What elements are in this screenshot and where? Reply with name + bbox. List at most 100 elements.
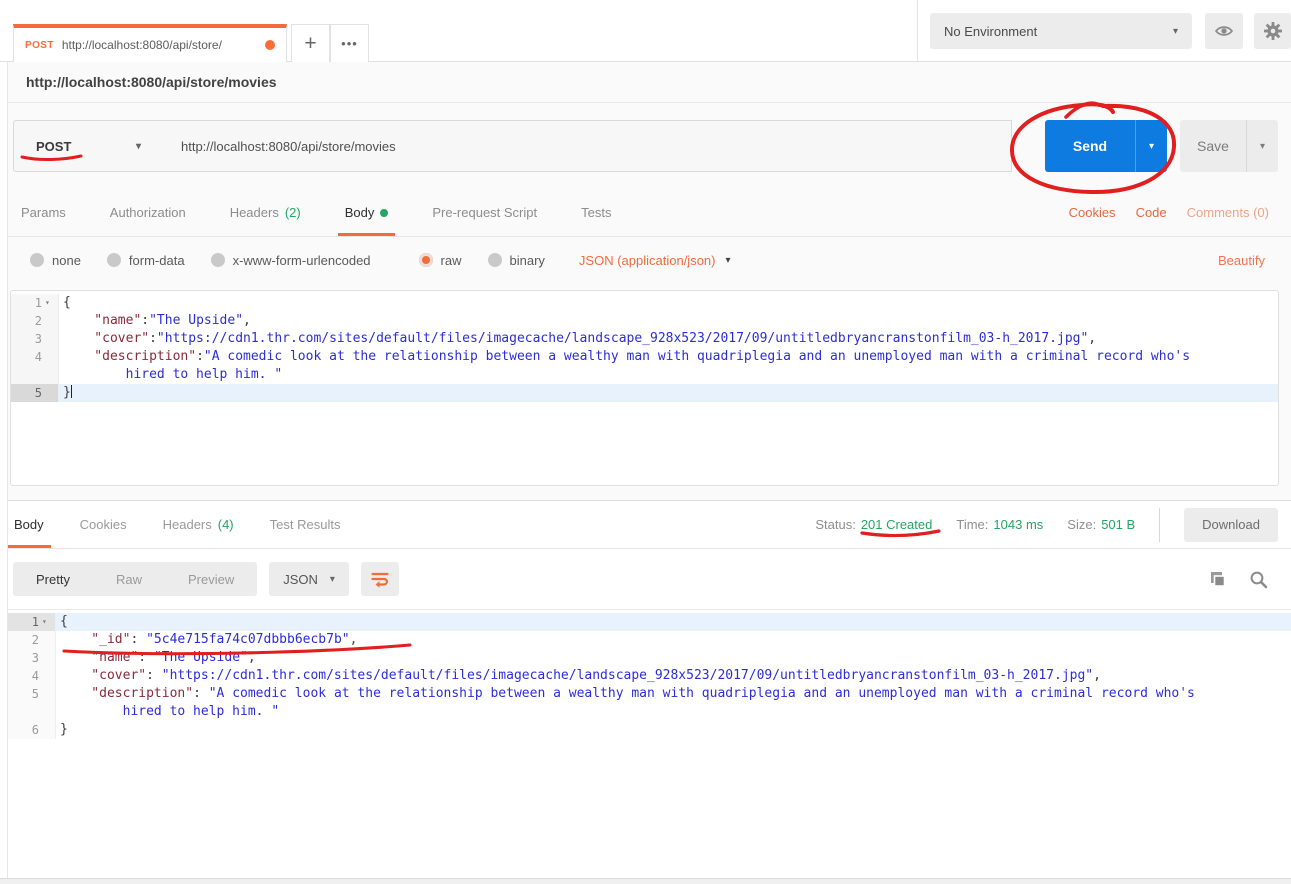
code-line: 6 } bbox=[8, 721, 1291, 739]
request-tab[interactable]: POST http://localhost:8080/api/store/ bbox=[13, 24, 287, 62]
fold-caret-icon[interactable]: ▾ bbox=[42, 613, 51, 631]
chevron-down-icon: ▾ bbox=[1149, 141, 1154, 152]
response-tab-body[interactable]: Body bbox=[13, 501, 45, 548]
time-value: 1043 ms bbox=[993, 517, 1043, 532]
tab-method-badge: POST bbox=[25, 40, 54, 51]
cookies-link[interactable]: Cookies bbox=[1069, 205, 1116, 220]
chevron-down-icon: ▾ bbox=[1173, 26, 1178, 37]
text-cursor bbox=[71, 385, 72, 398]
code-line: 3 "cover":"https://cdn1.thr.com/sites/de… bbox=[11, 330, 1278, 348]
response-section: Body Cookies Headers (4) Test Results St… bbox=[0, 500, 1291, 884]
request-tabs-bar: Params Authorization Headers (2) Body Pr… bbox=[0, 189, 1291, 237]
left-gutter-strip bbox=[0, 62, 8, 884]
ellipsis-icon: ••• bbox=[341, 36, 358, 51]
save-button[interactable]: Save bbox=[1180, 120, 1246, 172]
response-format-selector[interactable]: JSON ▾ bbox=[269, 562, 349, 596]
code-line: 2 "name":"The Upside", bbox=[11, 312, 1278, 330]
request-title-row: http://localhost:8080/api/store/movies bbox=[0, 62, 1291, 103]
view-mode-segmented-control: Pretty Raw Preview bbox=[13, 562, 257, 596]
chevron-down-icon: ▾ bbox=[1260, 141, 1265, 152]
url-value: http://localhost:8080/api/store/movies bbox=[181, 139, 396, 154]
response-view-toolbar: Pretty Raw Preview JSON ▾ bbox=[13, 549, 1278, 609]
url-input[interactable]: http://localhost:8080/api/store/movies bbox=[159, 120, 1012, 172]
response-tools bbox=[1208, 570, 1278, 589]
response-meta: Status: 201 Created Time: 1043 ms Size: … bbox=[815, 501, 1291, 548]
view-raw-button[interactable]: Raw bbox=[93, 572, 165, 587]
tab-headers[interactable]: Headers (2) bbox=[229, 189, 302, 236]
radio-selected-icon bbox=[419, 253, 433, 267]
content-type-selector[interactable]: JSON (application/json) ▾ bbox=[579, 253, 731, 268]
response-tabs-bar: Body Cookies Headers (4) Test Results St… bbox=[0, 501, 1291, 549]
new-tab-button[interactable]: + bbox=[291, 24, 330, 62]
unsaved-indicator-dot-icon bbox=[265, 40, 275, 50]
copy-icon[interactable] bbox=[1208, 570, 1227, 589]
radio-icon bbox=[30, 253, 44, 267]
gear-icon bbox=[1263, 21, 1283, 41]
status-value: 201 Created bbox=[861, 517, 933, 532]
method-selected-label: POST bbox=[36, 139, 71, 154]
fold-caret-icon[interactable]: ▾ bbox=[45, 294, 54, 312]
meta-divider bbox=[1159, 508, 1160, 542]
code-line: 3 "name": "The Upside", bbox=[8, 649, 1291, 667]
send-button[interactable]: Send bbox=[1045, 120, 1135, 172]
settings-button[interactable] bbox=[1254, 13, 1291, 49]
chevron-down-icon: ▾ bbox=[136, 141, 141, 152]
code-line: 5 "description": "A comedic look at the … bbox=[8, 685, 1291, 703]
mode-binary[interactable]: binary bbox=[488, 253, 545, 268]
request-links: Cookies Code Comments (0) bbox=[1069, 189, 1291, 236]
more-tabs-button[interactable]: ••• bbox=[330, 24, 369, 62]
view-preview-button[interactable]: Preview bbox=[165, 572, 257, 587]
time-badge: Time: 1043 ms bbox=[956, 517, 1043, 532]
code-line-wrap: hired to help him. " bbox=[8, 703, 1291, 721]
tab-authorization[interactable]: Authorization bbox=[109, 189, 187, 236]
code-link[interactable]: Code bbox=[1136, 205, 1167, 220]
tab-title: http://localhost:8080/api/store/ bbox=[62, 38, 257, 52]
headers-count-badge: (2) bbox=[285, 205, 301, 220]
radio-icon bbox=[211, 253, 225, 267]
code-line: 4 "cover": "https://cdn1.thr.com/sites/d… bbox=[8, 667, 1291, 685]
request-body-editor[interactable]: 1▾ { 2 "name":"The Upside", 3 "cover":"h… bbox=[10, 290, 1279, 486]
chevron-down-icon: ▾ bbox=[330, 574, 335, 585]
send-options-button[interactable]: ▾ bbox=[1135, 120, 1167, 172]
environment-selected-label: No Environment bbox=[944, 24, 1037, 39]
mode-raw[interactable]: raw bbox=[419, 253, 462, 268]
save-options-button[interactable]: ▾ bbox=[1246, 120, 1278, 172]
tab-body[interactable]: Body bbox=[344, 189, 390, 236]
comments-link[interactable]: Comments (0) bbox=[1187, 205, 1269, 220]
code-line-active: 1▾ { bbox=[8, 613, 1291, 631]
view-pretty-button[interactable]: Pretty bbox=[13, 572, 93, 587]
response-body-viewer[interactable]: 1▾ { 2 "_id": "5c4e715fa74c07dbbb6ecb7b"… bbox=[8, 609, 1291, 879]
code-line-active: 5 } bbox=[11, 384, 1278, 402]
header-divider bbox=[917, 0, 918, 61]
chevron-down-icon: ▾ bbox=[725, 255, 730, 266]
tab-pre-request-script[interactable]: Pre-request Script bbox=[431, 189, 538, 236]
method-selector[interactable]: POST ▾ bbox=[13, 120, 160, 172]
wrap-text-button[interactable] bbox=[361, 562, 399, 596]
tab-params[interactable]: Params bbox=[20, 189, 67, 236]
search-icon[interactable] bbox=[1249, 570, 1268, 589]
environment-selector[interactable]: No Environment ▾ bbox=[930, 13, 1192, 49]
response-tab-test-results[interactable]: Test Results bbox=[269, 501, 342, 548]
response-tab-headers[interactable]: Headers (4) bbox=[162, 501, 235, 548]
mode-none[interactable]: none bbox=[30, 253, 81, 268]
size-badge: Size: 501 B bbox=[1067, 517, 1135, 532]
body-has-content-dot-icon bbox=[380, 209, 388, 217]
code-line: 2 "_id": "5c4e715fa74c07dbbb6ecb7b", bbox=[8, 631, 1291, 649]
response-tab-cookies[interactable]: Cookies bbox=[79, 501, 128, 548]
environment-quick-look-button[interactable] bbox=[1205, 13, 1243, 49]
wrap-text-icon bbox=[370, 570, 390, 589]
size-value: 501 B bbox=[1101, 517, 1135, 532]
mode-form-data[interactable]: form-data bbox=[107, 253, 185, 268]
eye-icon bbox=[1214, 22, 1234, 40]
request-builder-section: http://localhost:8080/api/store/movies P… bbox=[0, 62, 1291, 500]
beautify-link[interactable]: Beautify bbox=[1218, 253, 1265, 268]
download-button[interactable]: Download bbox=[1184, 508, 1278, 542]
code-line-wrap: hired to help him. " bbox=[11, 366, 1278, 384]
mode-x-www-form-urlencoded[interactable]: x-www-form-urlencoded bbox=[211, 253, 371, 268]
radio-icon bbox=[488, 253, 502, 267]
radio-icon bbox=[107, 253, 121, 267]
send-split-button: Send ▾ bbox=[1045, 120, 1167, 172]
app-header: POST http://localhost:8080/api/store/ + … bbox=[0, 0, 1291, 62]
tab-tests[interactable]: Tests bbox=[580, 189, 612, 236]
horizontal-scrollbar-track[interactable] bbox=[0, 878, 1291, 884]
